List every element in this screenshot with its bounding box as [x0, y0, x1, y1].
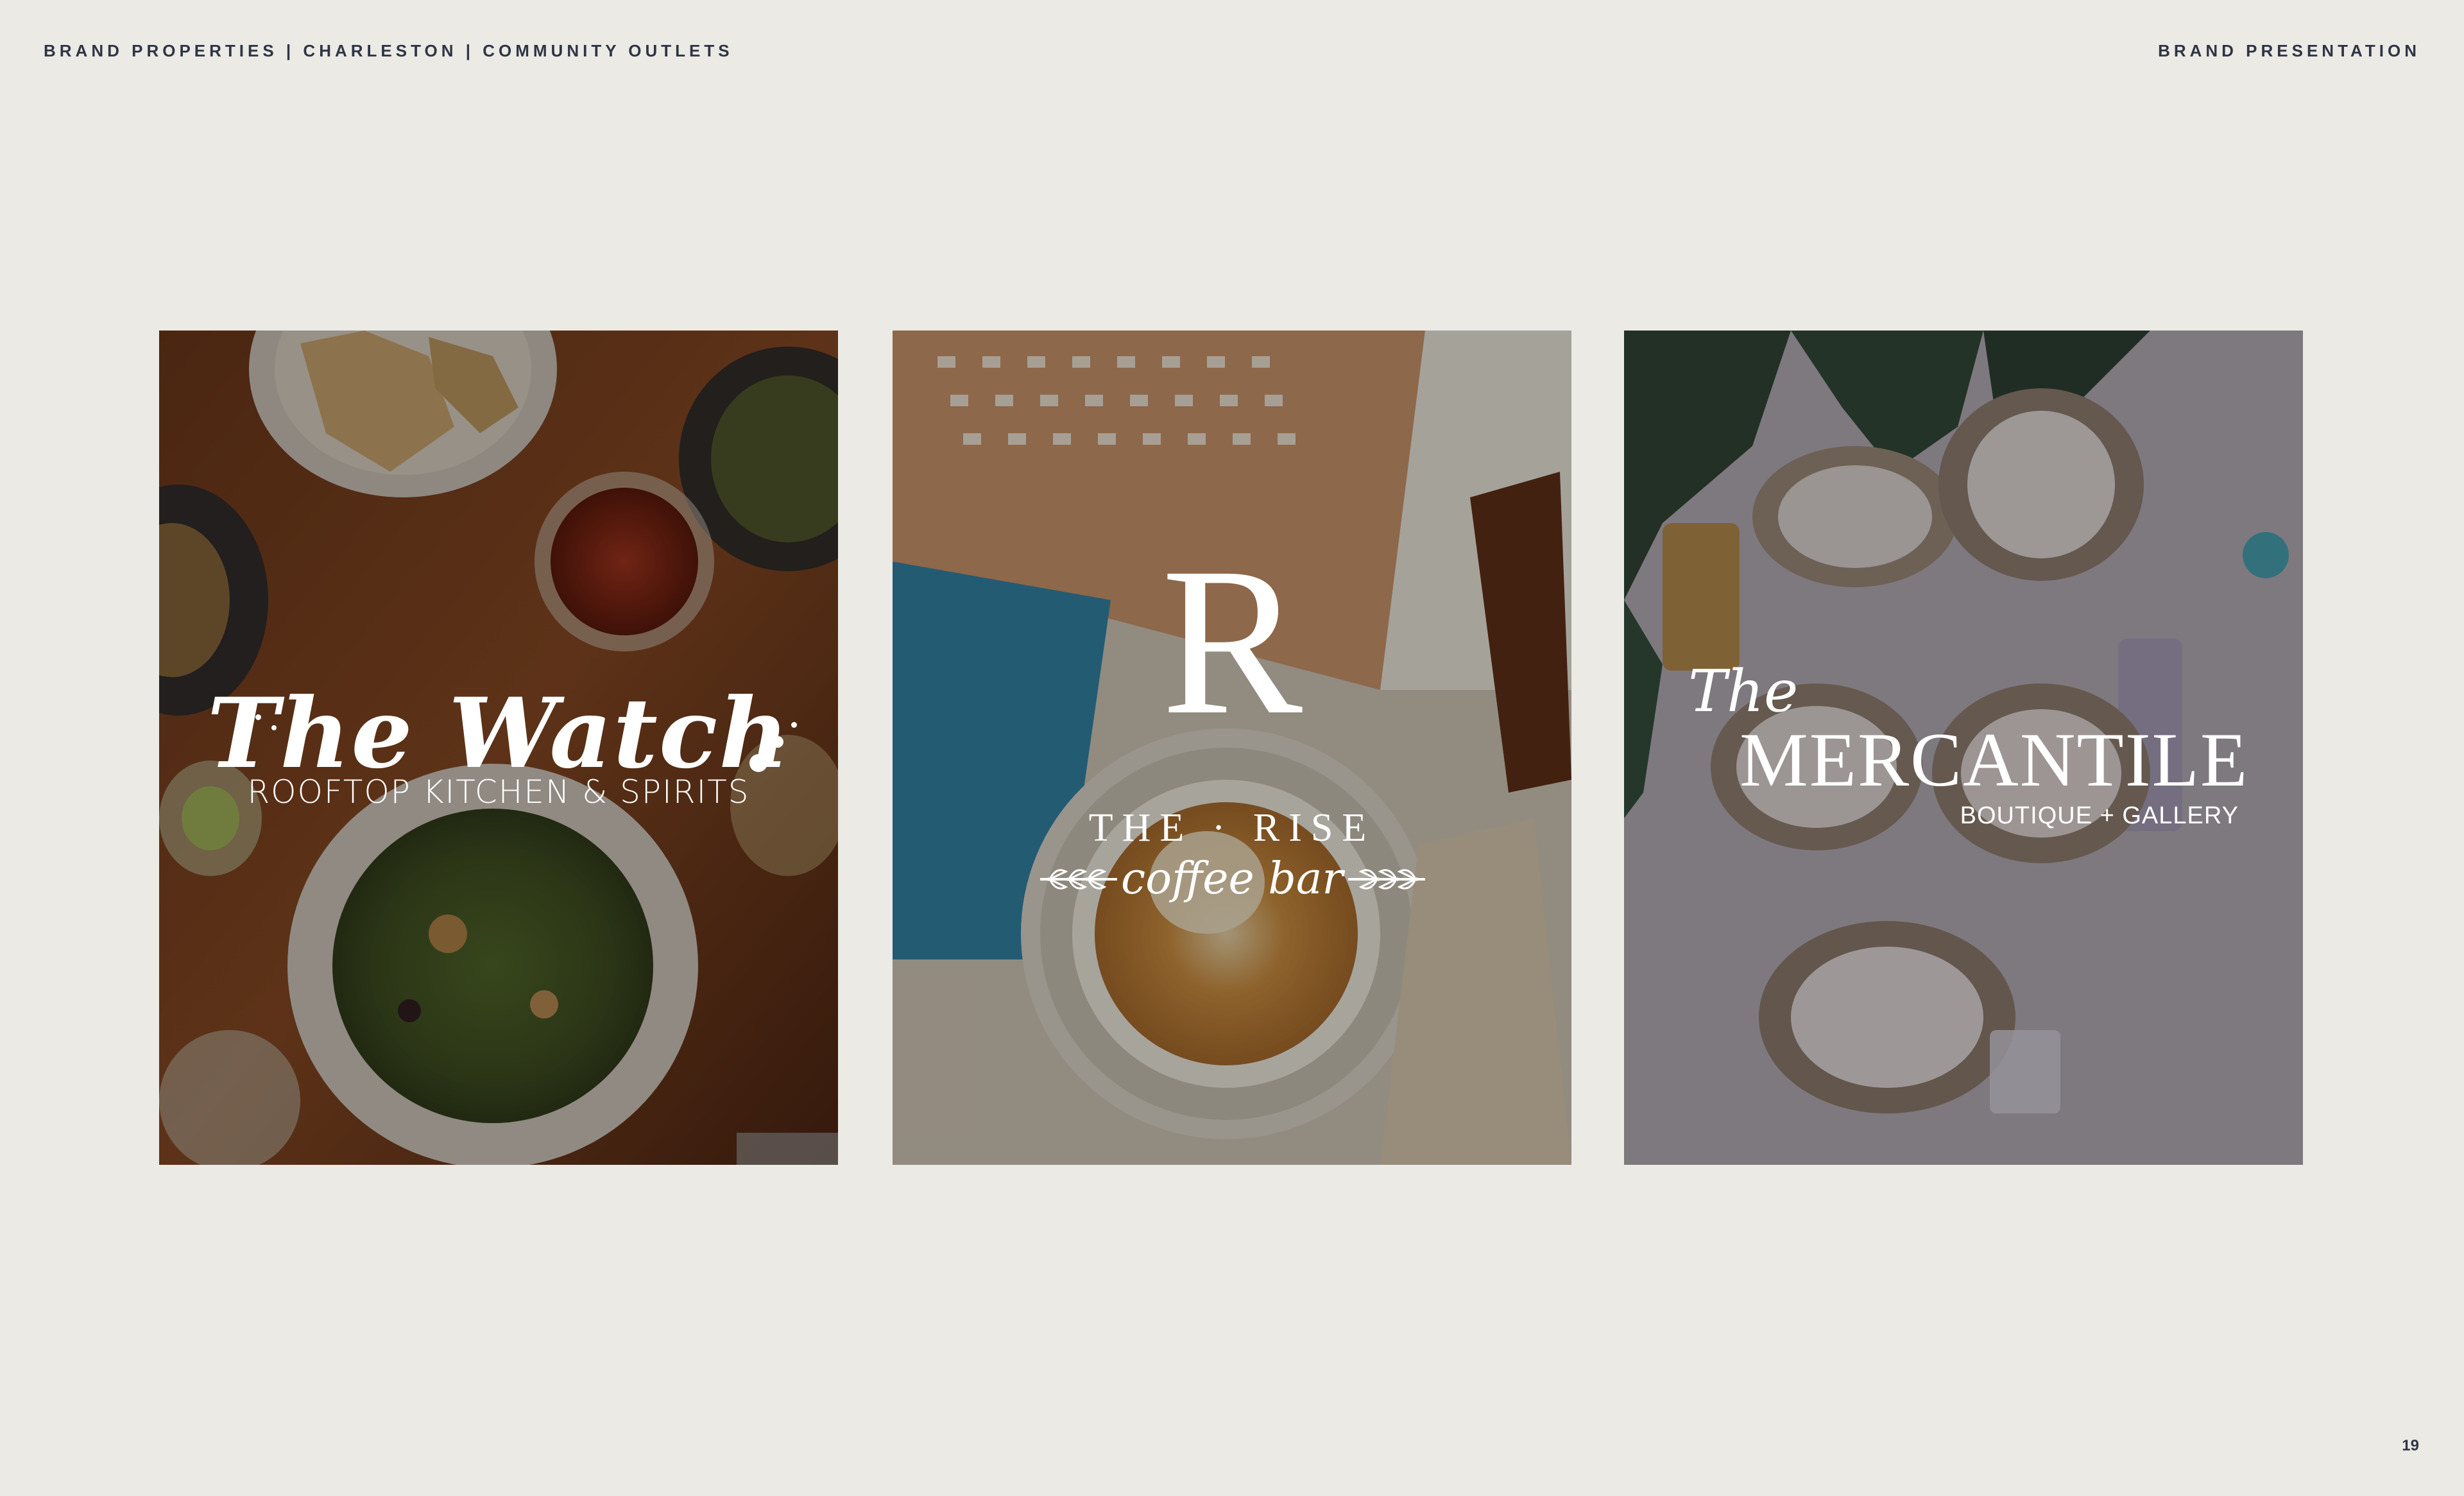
- the-watch-logo-subtitle: ROOFTOP KITCHEN & SPIRITS: [247, 773, 750, 811]
- the-mercantile-logo-title: MERCANTILE: [1740, 717, 2249, 802]
- header-breadcrumb: BRAND PROPERTIES | CHARLESTON | COMMUNIT…: [44, 41, 733, 60]
- brand-panel-the-rise: R THE · RISE coffee bar: [893, 331, 1571, 1165]
- page-number: 19: [2402, 1437, 2419, 1454]
- brand-panel-the-mercantile: The MERCANTILE BOUTIQUE + GALLERY: [1624, 331, 2303, 1165]
- the-mercantile-logo-subtitle: BOUTIQUE + GALLERY: [1960, 802, 2239, 829]
- brand-panel-the-watch: The Watch ROOFTOP KITCHEN & SPIRITS: [159, 331, 838, 1165]
- the-rise-logo-subtitle: coffee bar: [1121, 854, 1343, 904]
- the-rise-monogram: R: [1161, 524, 1303, 759]
- header-section-title: BRAND PRESENTATION: [2158, 41, 2420, 60]
- the-rise-logo-title: THE · RISE: [1088, 806, 1376, 850]
